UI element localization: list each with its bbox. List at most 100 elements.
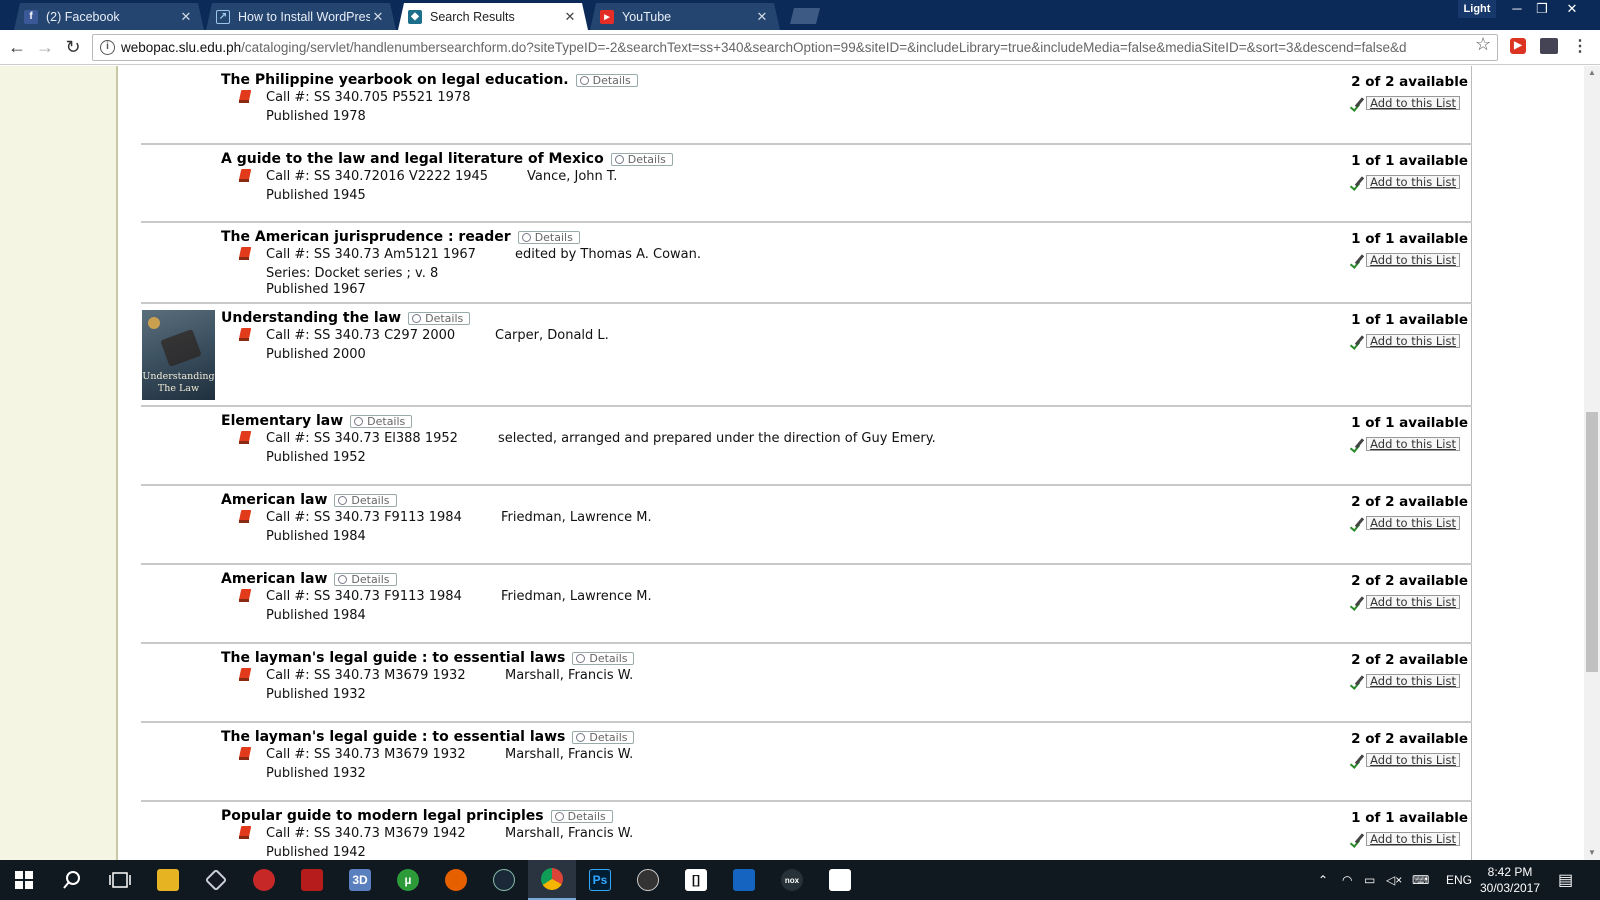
- scrollbar-thumb[interactable]: [1586, 412, 1598, 672]
- tab-label: How to Install WordPress: [238, 9, 370, 24]
- record-title[interactable]: Elementary law: [221, 413, 343, 429]
- record-title[interactable]: Understanding the law: [221, 310, 401, 326]
- record-title[interactable]: American law: [221, 571, 327, 587]
- details-button[interactable]: Details: [408, 311, 471, 325]
- extension-icon[interactable]: ▶: [1510, 38, 1526, 54]
- magnifier-icon: [554, 811, 564, 821]
- utorrent-icon[interactable]: µ: [384, 860, 432, 900]
- restore-icon[interactable]: ❐: [1530, 0, 1554, 18]
- close-icon[interactable]: ✕: [562, 9, 578, 25]
- editor-app-icon[interactable]: 3D: [336, 860, 384, 900]
- details-button[interactable]: Details: [550, 809, 613, 823]
- book-icon: [238, 247, 252, 261]
- record-title[interactable]: A guide to the law and legal literature …: [221, 151, 604, 167]
- tab-youtube[interactable]: ▶ YouTube ✕: [590, 3, 780, 30]
- add-to-list-button[interactable]: Add to this List: [1351, 334, 1460, 348]
- details-button[interactable]: Details: [575, 73, 638, 87]
- extension-icon[interactable]: [1540, 38, 1558, 54]
- profile-label[interactable]: Light: [1458, 0, 1496, 18]
- call-number: SS 340.73 El388 1952: [313, 431, 458, 446]
- 3d-cube-app-icon[interactable]: [192, 860, 240, 900]
- wifi-icon[interactable]: ◠: [1342, 860, 1352, 900]
- back-arrow-icon[interactable]: ←: [6, 36, 28, 58]
- record-title[interactable]: The layman's legal guide : to essential …: [221, 650, 565, 666]
- call-number: SS 340.73 M3679 1932: [313, 747, 466, 762]
- author: Friedman, Lawrence M.: [501, 589, 652, 604]
- details-button[interactable]: Details: [572, 651, 635, 665]
- details-button[interactable]: Details: [334, 572, 397, 586]
- check-pencil-icon: [1351, 675, 1364, 688]
- details-label: Details: [351, 493, 390, 507]
- book-cover-thumbnail[interactable]: Understanding The Law: [142, 310, 215, 400]
- add-to-list-button[interactable]: Add to this List: [1351, 437, 1460, 451]
- photos-icon[interactable]: [816, 860, 864, 900]
- record-title[interactable]: The American jurisprudence : reader: [221, 229, 511, 245]
- task-view-icon[interactable]: [96, 860, 144, 900]
- details-button[interactable]: Details: [517, 230, 580, 244]
- add-to-list-label: Add to this List: [1366, 175, 1460, 189]
- minimize-icon[interactable]: ─: [1505, 0, 1529, 18]
- nox-icon[interactable]: nox: [768, 860, 816, 900]
- add-to-list-label: Add to this List: [1366, 334, 1460, 348]
- tab-wordpress[interactable]: ↗ How to Install WordPress ✕: [206, 3, 396, 30]
- close-window-icon[interactable]: ✕: [1560, 0, 1584, 18]
- address-bar[interactable]: i webopac.slu.edu.ph/cataloging/servlet/…: [92, 34, 1498, 61]
- add-to-list-button[interactable]: Add to this List: [1351, 674, 1460, 688]
- call-label: Call #:: [266, 328, 310, 343]
- vertical-scrollbar[interactable]: ▲ ▼: [1584, 66, 1600, 860]
- dark-app-icon[interactable]: [720, 860, 768, 900]
- keyboard-icon[interactable]: ⌨: [1412, 860, 1429, 900]
- steam-icon[interactable]: [480, 860, 528, 900]
- tab-search-results[interactable]: ◆ Search Results ✕: [398, 3, 588, 30]
- show-hidden-icons-icon[interactable]: ⌃: [1318, 860, 1328, 900]
- add-to-list-button[interactable]: Add to this List: [1351, 753, 1460, 767]
- check-pencil-icon: [1351, 176, 1364, 189]
- photoshop-icon[interactable]: Ps: [576, 860, 624, 900]
- record-title[interactable]: The layman's legal guide : to essential …: [221, 729, 565, 745]
- details-button[interactable]: Details: [334, 493, 397, 507]
- close-icon[interactable]: ✕: [754, 9, 770, 25]
- published-year: 1932: [332, 766, 366, 781]
- record-title[interactable]: Popular guide to modern legal principles: [221, 808, 544, 824]
- availability: 2 of 2 available: [1351, 731, 1468, 747]
- language-indicator[interactable]: ENG: [1446, 860, 1472, 900]
- tool-app-icon[interactable]: []: [672, 860, 720, 900]
- chrome-icon[interactable]: [528, 860, 576, 900]
- clock-date: 30/03/2017: [1479, 881, 1541, 895]
- file-explorer-icon[interactable]: [144, 860, 192, 900]
- check-pencil-icon: [1351, 596, 1364, 609]
- add-to-list-button[interactable]: Add to this List: [1351, 595, 1460, 609]
- record-title[interactable]: The Philippine yearbook on legal educati…: [221, 72, 569, 88]
- media-app-icon[interactable]: [288, 860, 336, 900]
- start-button[interactable]: [0, 860, 48, 900]
- add-to-list-button[interactable]: Add to this List: [1351, 175, 1460, 189]
- bookmark-star-icon[interactable]: ☆: [1475, 34, 1491, 55]
- close-icon[interactable]: ✕: [178, 9, 194, 25]
- scroll-up-arrow-icon[interactable]: ▲: [1584, 66, 1600, 80]
- info-icon[interactable]: i: [100, 40, 115, 55]
- volume-icon[interactable]: ◁×: [1386, 860, 1402, 900]
- reload-icon[interactable]: ↻: [62, 36, 84, 58]
- search-icon[interactable]: [48, 860, 96, 900]
- game-app-icon[interactable]: [240, 860, 288, 900]
- details-button[interactable]: Details: [350, 414, 413, 428]
- menu-icon[interactable]: ⋮: [1572, 36, 1588, 56]
- close-icon[interactable]: ✕: [370, 9, 386, 25]
- new-tab-button[interactable]: [790, 8, 820, 24]
- add-to-list-button[interactable]: Add to this List: [1351, 516, 1460, 530]
- add-to-list-label: Add to this List: [1366, 516, 1460, 530]
- record-title[interactable]: American law: [221, 492, 327, 508]
- obs-icon[interactable]: [624, 860, 672, 900]
- clock[interactable]: 8:42 PM 30/03/2017: [1470, 864, 1550, 896]
- add-to-list-button[interactable]: Add to this List: [1351, 96, 1460, 110]
- tab-facebook[interactable]: f (2) Facebook ✕: [14, 3, 204, 30]
- action-center-icon[interactable]: ▤: [1558, 860, 1573, 900]
- battery-icon[interactable]: ▭: [1364, 860, 1375, 900]
- add-to-list-button[interactable]: Add to this List: [1351, 832, 1460, 846]
- add-to-list-button[interactable]: Add to this List: [1351, 253, 1460, 267]
- details-button[interactable]: Details: [572, 730, 635, 744]
- firefox-icon[interactable]: [432, 860, 480, 900]
- details-button[interactable]: Details: [610, 152, 673, 166]
- forward-arrow-icon[interactable]: →: [34, 36, 56, 58]
- scroll-down-arrow-icon[interactable]: ▼: [1584, 846, 1600, 860]
